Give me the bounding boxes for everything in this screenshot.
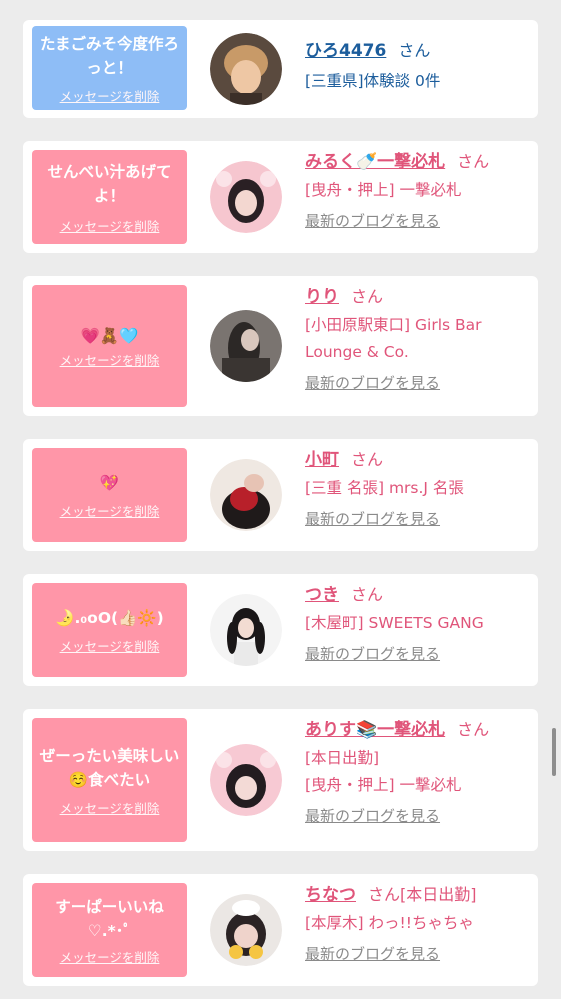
latest-blog-link[interactable]: 最新のブログを見る	[305, 508, 535, 530]
user-detail: [三重県]体験談 0件	[305, 72, 441, 90]
avatar[interactable]	[210, 33, 282, 105]
scrollbar[interactable]	[552, 728, 556, 776]
message-bubble: 🌛.₀oO(👍🏻🔆) メッセージを削除	[32, 583, 187, 677]
message-text: 💗🧸🩵	[80, 326, 139, 345]
user-detail: [木屋町] SWEETS GANG	[305, 614, 484, 632]
honorific: さん	[351, 287, 384, 306]
user-name-link[interactable]: ひろ4476	[305, 41, 386, 61]
delete-message-link[interactable]: メッセージを削除	[60, 636, 160, 655]
user-info: つき さん [木屋町] SWEETS GANG 最新のブログを見る	[305, 584, 535, 665]
message-bubble: せんべい汁あげてよ！ メッセージを削除	[32, 150, 187, 244]
latest-blog-link[interactable]: 最新のブログを見る	[305, 943, 535, 965]
avatar[interactable]	[210, 744, 282, 816]
message-card: 🌛.₀oO(👍🏻🔆) メッセージを削除 つき さん [木屋町] SWEETS GA…	[23, 574, 538, 686]
avatar[interactable]	[210, 161, 282, 233]
message-bubble: すーぱーいいね♡.*･ﾟ メッセージを削除	[32, 883, 187, 977]
message-text: 💖	[99, 473, 120, 492]
latest-blog-link[interactable]: 最新のブログを見る	[305, 643, 535, 665]
delete-message-link[interactable]: メッセージを削除	[60, 798, 160, 817]
user-name-link[interactable]: 小町	[305, 450, 339, 470]
message-card: すーぱーいいね♡.*･ﾟ メッセージを削除 ちなつ さん[本日出勤] [本厚木] …	[23, 874, 538, 986]
user-name-link[interactable]: ありす📚一撃必札	[305, 720, 445, 740]
user-name-link[interactable]: ちなつ	[305, 885, 356, 905]
user-detail: [本日出勤]	[305, 749, 380, 767]
message-bubble: たまごみそ今度作ろっと！ メッセージを削除	[32, 26, 187, 110]
user-info: 小町 さん [三重 名張] mrs.J 名張 最新のブログを見る	[305, 449, 535, 530]
message-text: たまごみそ今度作ろっと！	[39, 34, 180, 77]
user-detail: [三重 名張] mrs.J 名張	[305, 479, 464, 497]
delete-message-link[interactable]: メッセージを削除	[60, 501, 160, 520]
delete-message-link[interactable]: メッセージを削除	[60, 350, 160, 369]
honorific: さん	[457, 720, 490, 739]
avatar[interactable]	[210, 594, 282, 666]
message-text: すーぱーいいね♡.*･ﾟ	[55, 897, 164, 940]
honorific: さん	[398, 41, 431, 60]
delete-message-link[interactable]: メッセージを削除	[60, 216, 160, 235]
message-card: 💗🧸🩵 メッセージを削除 りり さん [小田原駅東口] Girls Bar Lou…	[23, 276, 538, 416]
avatar[interactable]	[210, 310, 282, 382]
user-info: ちなつ さん[本日出勤] [本厚木] わっ!!ちゃちゃ 最新のブログを見る	[305, 884, 535, 965]
latest-blog-link[interactable]: 最新のブログを見る	[305, 210, 535, 232]
message-card: たまごみそ今度作ろっと！ メッセージを削除 ひろ4476 さん [三重県]体験談 …	[23, 20, 538, 118]
user-info: りり さん [小田原駅東口] Girls Bar Lounge & Co. 最新の…	[305, 286, 535, 394]
delete-message-link[interactable]: メッセージを削除	[60, 947, 160, 966]
message-card: せんべい汁あげてよ！ メッセージを削除 みるく🍼一撃必札 さん [曳舟・押上] 一…	[23, 141, 538, 253]
honorific: さん	[351, 450, 384, 469]
delete-message-link[interactable]: メッセージを削除	[60, 86, 160, 105]
avatar[interactable]	[210, 894, 282, 966]
latest-blog-link[interactable]: 最新のブログを見る	[305, 805, 535, 827]
honorific: さん	[457, 152, 490, 171]
latest-blog-link[interactable]: 最新のブログを見る	[305, 372, 535, 394]
message-text: せんべい汁あげてよ！	[47, 162, 172, 205]
user-name-link[interactable]: つき	[305, 585, 339, 605]
message-text: 🌛.₀oO(👍🏻🔆)	[55, 608, 164, 627]
user-name-link[interactable]: りり	[305, 287, 339, 307]
user-detail: [曳舟・押上] 一撃必札	[305, 181, 462, 199]
user-info: みるく🍼一撃必札 さん [曳舟・押上] 一撃必札 最新のブログを見る	[305, 151, 535, 232]
user-info: ひろ4476 さん [三重県]体験談 0件	[305, 40, 535, 95]
avatar[interactable]	[210, 459, 282, 531]
message-card: ぜーったい美味しい☺️食べたい メッセージを削除 ありす📚一撃必札 さん [本日出…	[23, 709, 538, 851]
user-name-link[interactable]: みるく🍼一撃必札	[305, 152, 445, 172]
user-info: ありす📚一撃必札 さん [本日出勤] [曳舟・押上] 一撃必札 最新のブログを見る	[305, 719, 535, 827]
user-detail: [本厚木] わっ!!ちゃちゃ	[305, 914, 474, 932]
message-bubble: 💖 メッセージを削除	[32, 448, 187, 542]
message-card: 💖 メッセージを削除 小町 さん [三重 名張] mrs.J 名張 最新のブログを…	[23, 439, 538, 551]
user-detail: [曳舟・押上] 一撃必札	[305, 776, 462, 794]
message-bubble: 💗🧸🩵 メッセージを削除	[32, 285, 187, 407]
message-bubble: ぜーったい美味しい☺️食べたい メッセージを削除	[32, 718, 187, 842]
message-text: ぜーったい美味しい☺️食べたい	[39, 746, 180, 789]
honorific: さん	[351, 585, 384, 604]
user-detail: [小田原駅東口] Girls Bar Lounge & Co.	[305, 316, 482, 361]
honorific: さん[本日出勤]	[368, 885, 477, 904]
